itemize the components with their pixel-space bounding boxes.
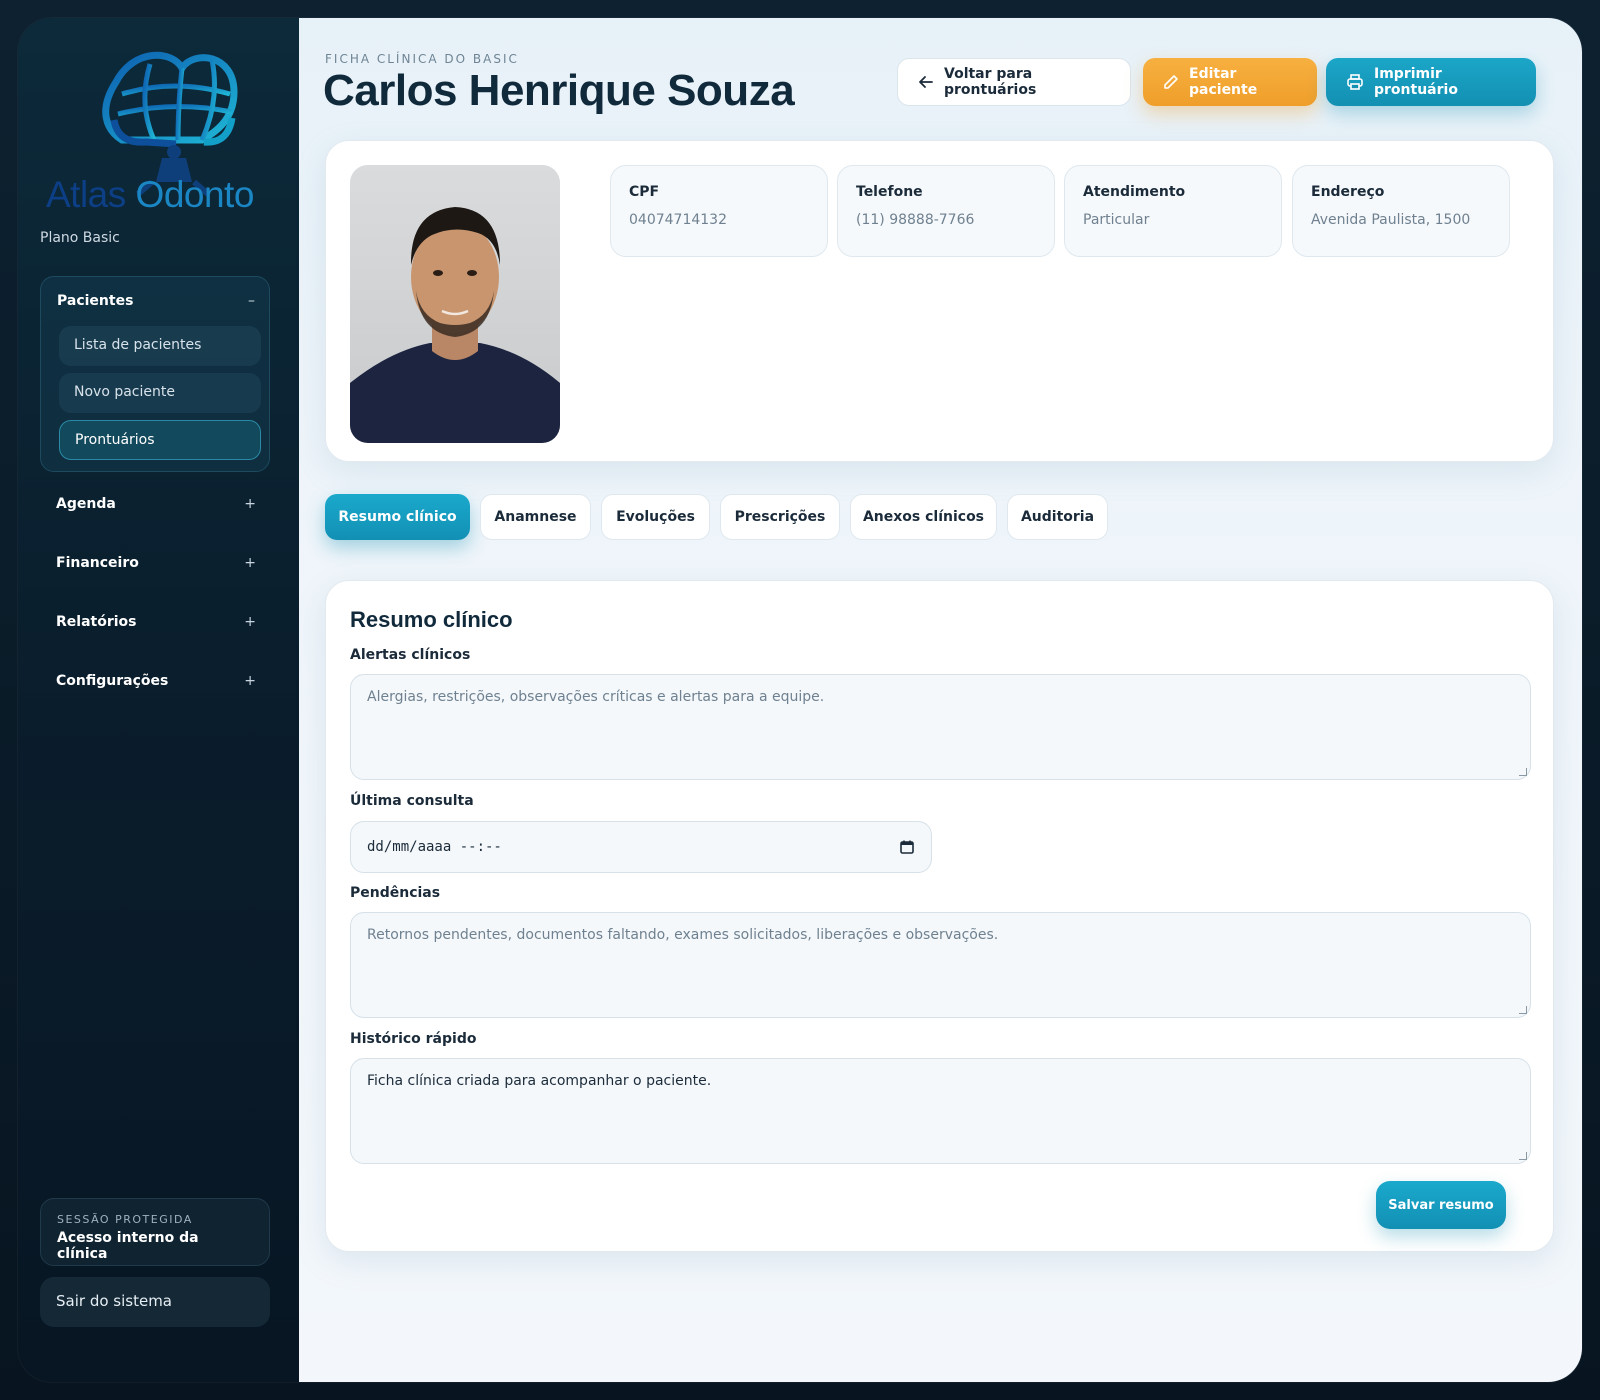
info-telefone-value: (11) 98888-7766 bbox=[856, 212, 975, 228]
info-atendimento: Atendimento Particular bbox=[1064, 165, 1282, 257]
back-button-label: Voltar para prontuários bbox=[944, 66, 1037, 98]
pencil-icon bbox=[1164, 75, 1178, 89]
resize-handle-icon[interactable] bbox=[1519, 1152, 1527, 1160]
pending-textarea[interactable]: Retornos pendentes, documentos faltando,… bbox=[350, 912, 1531, 1018]
pending-placeholder: Retornos pendentes, documentos faltando,… bbox=[367, 927, 999, 943]
tab-evolucoes[interactable]: Evoluções bbox=[601, 494, 710, 540]
expand-icon: + bbox=[244, 614, 256, 630]
expand-icon: + bbox=[244, 496, 256, 512]
nav-agenda-label: Agenda bbox=[56, 496, 116, 512]
info-cpf: CPF 04074714132 bbox=[610, 165, 828, 257]
back-to-records-button[interactable]: Voltar para prontuários bbox=[897, 58, 1131, 106]
pending-label: Pendências bbox=[350, 885, 441, 901]
nav-pacientes-header[interactable]: Pacientes – bbox=[57, 293, 255, 309]
info-cpf-label: CPF bbox=[629, 184, 660, 200]
logout-button[interactable]: Sair do sistema bbox=[40, 1277, 270, 1327]
nav-relatorios-label: Relatórios bbox=[56, 614, 137, 630]
info-atendimento-value: Particular bbox=[1083, 212, 1150, 228]
resize-handle-icon[interactable] bbox=[1519, 1006, 1527, 1014]
alerts-placeholder: Alergias, restrições, observações crític… bbox=[367, 689, 825, 705]
info-telefone-label: Telefone bbox=[856, 184, 923, 200]
sidebar-item-agenda[interactable]: Agenda + bbox=[56, 496, 256, 512]
calendar-icon[interactable] bbox=[899, 839, 915, 855]
patient-profile-card: CPF 04074714132 Telefone (11) 98888-7766… bbox=[325, 140, 1554, 462]
printer-icon bbox=[1347, 74, 1363, 90]
sidebar-item-novo-paciente[interactable]: Novo paciente bbox=[59, 373, 261, 413]
brand-name: Atlas Odonto bbox=[46, 174, 276, 216]
expand-icon: + bbox=[244, 673, 256, 689]
page-eyebrow: FICHA CLÍNICA DO BASIC bbox=[325, 52, 519, 66]
tab-auditoria[interactable]: Auditoria bbox=[1007, 494, 1108, 540]
info-endereco-value: Avenida Paulista, 1500 bbox=[1311, 212, 1471, 228]
session-kicker: SESSÃO PROTEGIDA bbox=[57, 1213, 193, 1226]
sidebar-item-configuracoes[interactable]: Configurações + bbox=[56, 673, 256, 689]
info-endereco-label: Endereço bbox=[1311, 184, 1385, 200]
resize-handle-icon[interactable] bbox=[1519, 768, 1527, 776]
collapse-icon: – bbox=[248, 293, 255, 309]
alerts-label: Alertas clínicos bbox=[350, 647, 471, 663]
session-card: SESSÃO PROTEGIDA Acesso interno da clíni… bbox=[40, 1198, 270, 1266]
sidebar-item-lista-pacientes[interactable]: Lista de pacientes bbox=[59, 326, 261, 366]
nav-pacientes-label: Pacientes bbox=[57, 293, 134, 309]
last-visit-datetime-input[interactable]: dd/mm/aaaa --:-- bbox=[350, 821, 932, 873]
tab-resumo-clinico[interactable]: Resumo clínico bbox=[325, 494, 470, 540]
sidebar: Atlas Odonto Plano Basic Pacientes – Lis… bbox=[18, 18, 299, 1382]
info-atendimento-label: Atendimento bbox=[1083, 184, 1186, 200]
history-value: Ficha clínica criada para acompanhar o p… bbox=[367, 1073, 712, 1089]
nav-group-pacientes: Pacientes – Lista de pacientes Novo paci… bbox=[40, 276, 270, 472]
form-title: Resumo clínico bbox=[350, 607, 513, 632]
sidebar-item-relatorios[interactable]: Relatórios + bbox=[56, 614, 256, 630]
brand-word-odonto: Odonto bbox=[135, 174, 255, 215]
print-button-label: Imprimir prontuário bbox=[1374, 66, 1458, 98]
app-frame: Atlas Odonto Plano Basic Pacientes – Lis… bbox=[18, 18, 1582, 1382]
expand-icon: + bbox=[244, 555, 256, 571]
main-content: FICHA CLÍNICA DO BASIC Carlos Henrique S… bbox=[299, 18, 1582, 1382]
arrow-left-icon bbox=[919, 76, 933, 88]
tab-anexos-clinicos[interactable]: Anexos clínicos bbox=[850, 494, 997, 540]
save-summary-button[interactable]: Salvar resumo bbox=[1376, 1181, 1506, 1229]
history-label: Histórico rápido bbox=[350, 1031, 477, 1047]
page-title: Carlos Henrique Souza bbox=[323, 66, 795, 115]
edit-patient-button[interactable]: Editar paciente bbox=[1143, 58, 1317, 106]
sidebar-item-financeiro[interactable]: Financeiro + bbox=[56, 555, 256, 571]
nav-financeiro-label: Financeiro bbox=[56, 555, 139, 571]
nav-configuracoes-label: Configurações bbox=[56, 673, 169, 689]
edit-button-label: Editar paciente bbox=[1189, 66, 1258, 98]
plan-label: Plano Basic bbox=[40, 230, 120, 246]
last-visit-placeholder: dd/mm/aaaa --:-- bbox=[367, 839, 502, 855]
patient-photo bbox=[350, 165, 560, 443]
info-endereco: Endereço Avenida Paulista, 1500 bbox=[1292, 165, 1510, 257]
last-visit-label: Última consulta bbox=[350, 793, 474, 809]
session-value: Acesso interno da clínica bbox=[57, 1230, 199, 1262]
sidebar-item-prontuarios[interactable]: Prontuários bbox=[59, 420, 261, 460]
info-cpf-value: 04074714132 bbox=[629, 212, 727, 228]
brand-word-atlas: Atlas bbox=[46, 174, 126, 215]
alerts-textarea[interactable]: Alergias, restrições, observações crític… bbox=[350, 674, 1531, 780]
patient-portrait bbox=[350, 165, 560, 443]
clinical-summary-form: Resumo clínico Alertas clínicos Alergias… bbox=[325, 580, 1554, 1252]
tab-prescricoes[interactable]: Prescrições bbox=[720, 494, 840, 540]
info-telefone: Telefone (11) 98888-7766 bbox=[837, 165, 1055, 257]
print-record-button[interactable]: Imprimir prontuário bbox=[1326, 58, 1536, 106]
history-textarea[interactable]: Ficha clínica criada para acompanhar o p… bbox=[350, 1058, 1531, 1164]
tab-anamnese[interactable]: Anamnese bbox=[480, 494, 591, 540]
